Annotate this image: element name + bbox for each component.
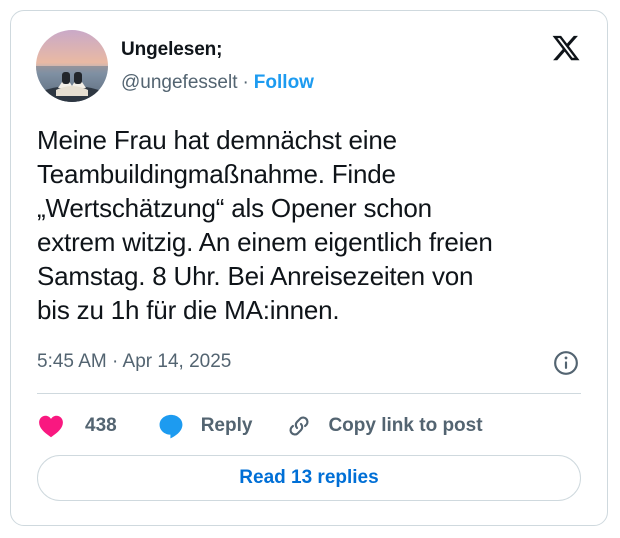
like-count: 438 — [85, 415, 117, 436]
x-logo-icon[interactable] — [551, 33, 581, 63]
author-avatar[interactable] — [36, 30, 108, 102]
copy-link-button[interactable]: Copy link to post — [286, 413, 483, 439]
reply-label: Reply — [200, 415, 253, 436]
like-button[interactable]: 438 — [37, 412, 117, 440]
link-icon — [289, 416, 309, 436]
tweet-timestamp[interactable]: 5:45 AM · Apr 14, 2025 — [37, 351, 231, 373]
reply-bubble-icon — [159, 414, 183, 439]
read-replies-button[interactable]: Read 13 replies — [37, 455, 581, 501]
author-meta: @ungefesselt · Follow — [121, 72, 314, 94]
heart-icon — [39, 415, 63, 438]
author-handle[interactable]: @ungefesselt — [121, 72, 237, 93]
tweet-text: Meine Frau hat demnächst eine Teambuildi… — [37, 125, 493, 325]
separator-dot: · — [242, 72, 249, 93]
tweet-card: Ungelesen; @ungefesselt · Follow Meine Fra… — [10, 10, 608, 526]
author-display-name[interactable]: Ungelesen; — [121, 39, 223, 61]
copy-link-label: Copy link to post — [328, 415, 483, 436]
avatar-image — [36, 30, 108, 102]
info-icon[interactable] — [553, 350, 579, 376]
action-bar: 438 Reply Copy link to post — [37, 411, 483, 441]
divider — [37, 393, 581, 394]
follow-button[interactable]: Follow — [254, 72, 314, 93]
reply-button[interactable]: Reply — [157, 412, 253, 440]
